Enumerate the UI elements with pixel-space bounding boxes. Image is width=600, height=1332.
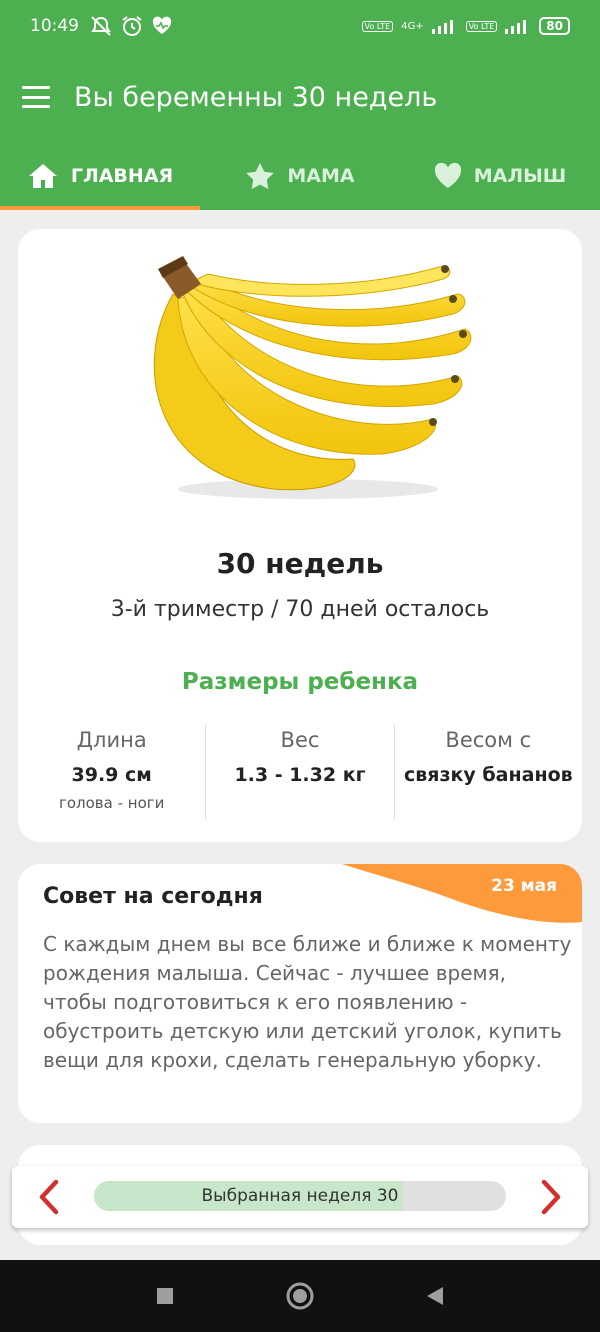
- week-info-card: 30 недель 3-й триместр / 70 дней осталос…: [18, 229, 582, 842]
- status-right: Vo LTE 4G+ Vo LTE 80: [361, 17, 570, 35]
- star-icon: [246, 163, 275, 190]
- stat-weight-label: Вес: [280, 728, 320, 752]
- stat-length-sub: голова - ноги: [58, 794, 165, 812]
- weeks-heading: 30 недель: [216, 547, 384, 580]
- previous-week-icon[interactable]: [30, 1178, 70, 1216]
- tab-baby[interactable]: МАЛЫШ: [400, 142, 600, 210]
- back-icon[interactable]: [425, 1285, 445, 1307]
- system-nav-bar: [0, 1260, 600, 1332]
- stat-length: Длина 39.9 см голова - ноги: [18, 724, 205, 819]
- status-bar: 10:49 Vo LTE 4G+ Vo LTE 80: [0, 0, 600, 52]
- tip-text: С каждым днем вы все ближе и ближе к мом…: [43, 932, 572, 1072]
- tab-mama[interactable]: МАМА: [200, 142, 400, 210]
- mute-notifications-icon: [91, 16, 111, 36]
- trimester-info: 3-й триместр / 70 дней осталось: [110, 597, 490, 622]
- app-bar: Вы беременны 30 недель: [0, 52, 600, 142]
- baby-stats: Длина 39.9 см голова - ноги Вес 1.3 - 1.…: [18, 724, 582, 819]
- week-progress: Выбранная неделя 30: [94, 1181, 506, 1211]
- tab-home[interactable]: ГЛАВНАЯ: [0, 142, 200, 210]
- heart-icon: [434, 163, 461, 188]
- alarm-icon: [122, 16, 142, 36]
- network-type: 4G+: [401, 20, 424, 32]
- stat-comparison: Весом с связку бананов: [393, 724, 582, 819]
- stat-weight-value: 1.3 - 1.32 кг: [234, 764, 366, 786]
- status-icons: [89, 15, 173, 37]
- stat-comparison-value: связку бананов: [403, 764, 573, 786]
- status-time: 10:49: [30, 16, 79, 36]
- volte-badge-2: Vo LTE: [465, 20, 498, 32]
- stat-length-label: Длина: [76, 728, 147, 752]
- week-selector: Выбранная неделя 30: [12, 1166, 588, 1228]
- hamburger-icon[interactable]: [22, 86, 50, 108]
- page-title: Вы беременны 30 недель: [74, 81, 438, 113]
- baby-sizes-title: Размеры ребенка: [181, 669, 419, 695]
- signal-icon: [431, 20, 453, 34]
- daily-tip-card[interactable]: 23 мая Совет на сегодня С каждым днем вы…: [18, 864, 582, 1123]
- next-week-icon[interactable]: [530, 1178, 570, 1216]
- home-nav-icon[interactable]: [285, 1281, 315, 1311]
- tab-home-label: ГЛАВНАЯ: [70, 165, 174, 187]
- recent-apps-icon[interactable]: [155, 1286, 175, 1306]
- volte-badge: Vo LTE: [361, 20, 394, 32]
- stat-comparison-label: Весом с: [445, 728, 532, 752]
- selected-week-label: Выбранная неделя 30: [201, 1186, 399, 1206]
- signal-icon-2: [505, 20, 527, 34]
- tip-title: Совет на сегодня: [43, 884, 263, 909]
- tab-baby-label: МАЛЫШ: [473, 165, 567, 187]
- tab-bar: ГЛАВНАЯ МАМА МАЛЫШ: [0, 142, 600, 210]
- home-icon: [28, 164, 57, 188]
- stat-weight: Вес 1.3 - 1.32 кг: [205, 724, 393, 819]
- health-icon: [152, 16, 172, 34]
- stat-length-value: 39.9 см: [71, 764, 152, 786]
- tip-date: 23 мая: [491, 876, 557, 896]
- banana-image: [133, 254, 473, 504]
- tab-mama-label: МАМА: [287, 165, 355, 187]
- battery-indicator: 80: [539, 17, 570, 35]
